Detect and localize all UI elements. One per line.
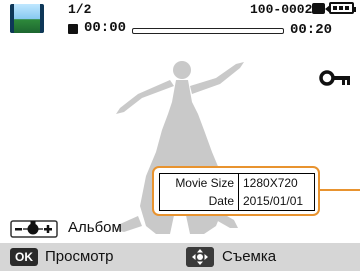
shoot-label: Съемка	[222, 248, 277, 265]
battery-icon	[329, 2, 356, 14]
stop-icon	[68, 24, 78, 34]
camera-playback-screen: 1/2 00:00 100-0002 00:20 Movie Size 1280…	[0, 0, 360, 271]
bottom-guide-bar: OK Просмотр Съемка	[0, 243, 360, 271]
movie-size-value: 1280X720	[243, 176, 298, 190]
table-row: Movie Size 1280X720	[160, 174, 314, 192]
file-counter: 1/2	[68, 2, 92, 17]
ok-key-icon[interactable]: OK	[10, 248, 38, 266]
movie-size-label: Movie Size	[160, 174, 239, 192]
date-label: Date	[160, 192, 239, 210]
landscape-thumbnail-icon	[10, 4, 44, 33]
playback-progress-bar	[132, 28, 284, 34]
date-value: 2015/01/01	[243, 194, 304, 208]
album-label: Альбом	[68, 219, 122, 236]
callout-leader-line	[320, 189, 360, 191]
dpad-key-icon[interactable]	[186, 247, 214, 267]
elapsed-time: 00:00	[84, 20, 127, 36]
file-number: 100-0002	[250, 2, 313, 17]
view-label: Просмотр	[45, 248, 114, 265]
key-icon	[319, 70, 350, 86]
movie-info-table: Movie Size 1280X720 Date 2015/01/01	[159, 173, 315, 211]
video-icon	[312, 3, 330, 14]
remaining-time: 00:20	[290, 22, 333, 38]
movie-info-box: Movie Size 1280X720 Date 2015/01/01	[152, 166, 320, 216]
table-row: Date 2015/01/01	[160, 192, 314, 210]
status-bar: 1/2 00:00 100-0002 00:20	[0, 0, 360, 42]
zoom-lever-icon[interactable]	[10, 219, 58, 239]
